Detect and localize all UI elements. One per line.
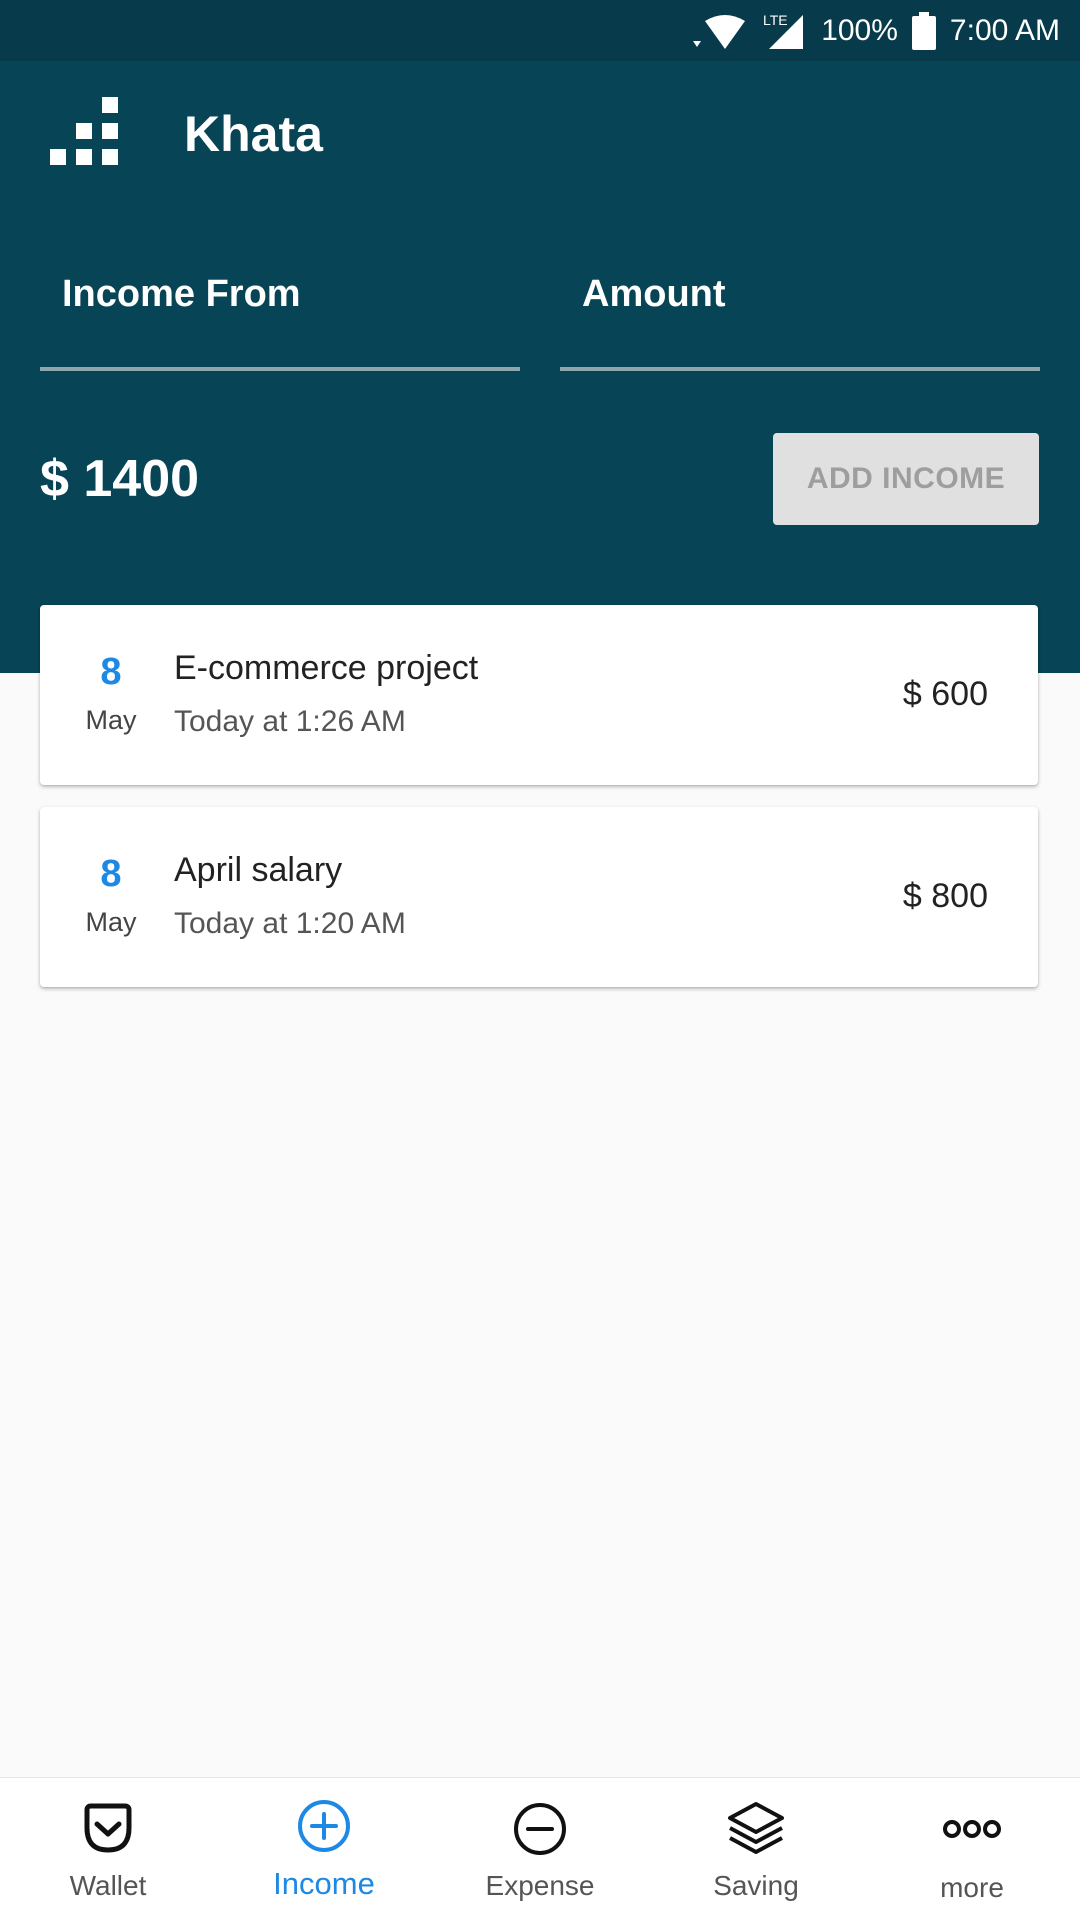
list-item[interactable]: 8 May April salary Today at 1:20 AM $ 80…	[40, 807, 1038, 987]
app-title: Khata	[184, 106, 323, 162]
income-from-label: Income From	[62, 273, 301, 315]
nav-label: Wallet	[69, 1870, 147, 1901]
entry-title: April salary	[174, 851, 343, 889]
entry-month: May	[85, 705, 137, 735]
nav-label: Expense	[485, 1870, 595, 1901]
nav-item-income[interactable]: Income	[216, 1778, 432, 1920]
list-item[interactable]: 8 May E-commerce project Today at 1:26 A…	[40, 605, 1038, 785]
amount-label: Amount	[582, 273, 726, 315]
entry-time: Today at 1:26 AM	[174, 705, 406, 738]
battery-icon	[911, 11, 936, 50]
entry-day: 8	[100, 853, 122, 895]
nav-item-wallet[interactable]: Wallet	[0, 1778, 216, 1920]
wifi-icon	[677, 11, 747, 51]
layers-icon	[726, 1798, 786, 1858]
more-dots-icon	[942, 1798, 1002, 1858]
entry-title: E-commerce project	[174, 649, 479, 687]
entry-month: May	[85, 907, 137, 937]
amount-field[interactable]: Amount	[560, 261, 1040, 371]
nav-label: more	[940, 1872, 1004, 1903]
wallet-icon	[78, 1798, 138, 1858]
entry-amount: $ 600	[902, 675, 988, 713]
nav-label: Saving	[713, 1870, 799, 1901]
bar-chart-icon	[50, 97, 124, 171]
income-from-field[interactable]: Income From	[40, 261, 520, 371]
battery-percent: 100%	[821, 13, 898, 47]
entry-amount: $ 800	[902, 877, 988, 915]
plus-circle-icon	[294, 1798, 354, 1858]
nav-item-saving[interactable]: Saving	[648, 1778, 864, 1920]
minus-circle-icon	[510, 1798, 570, 1858]
bottom-nav: Wallet Income Expense Saving more	[0, 1777, 1080, 1920]
clock: 7:00 AM	[949, 13, 1060, 47]
income-total: $ 1400	[40, 450, 200, 508]
svg-text:LTE: LTE	[763, 12, 788, 28]
status-bar: LTE 100% 7:00 AM	[0, 0, 1080, 61]
nav-item-more[interactable]: more	[864, 1778, 1080, 1920]
nav-item-expense[interactable]: Expense	[432, 1778, 648, 1920]
lte-signal-icon: LTE	[761, 11, 807, 51]
entry-time: Today at 1:20 AM	[174, 907, 406, 940]
app-header: Khata Income From Amount $ 1400 ADD INCO…	[0, 61, 1080, 673]
add-income-button[interactable]: ADD INCOME	[773, 433, 1039, 525]
nav-label: Income	[273, 1866, 375, 1901]
entry-day: 8	[100, 651, 122, 693]
